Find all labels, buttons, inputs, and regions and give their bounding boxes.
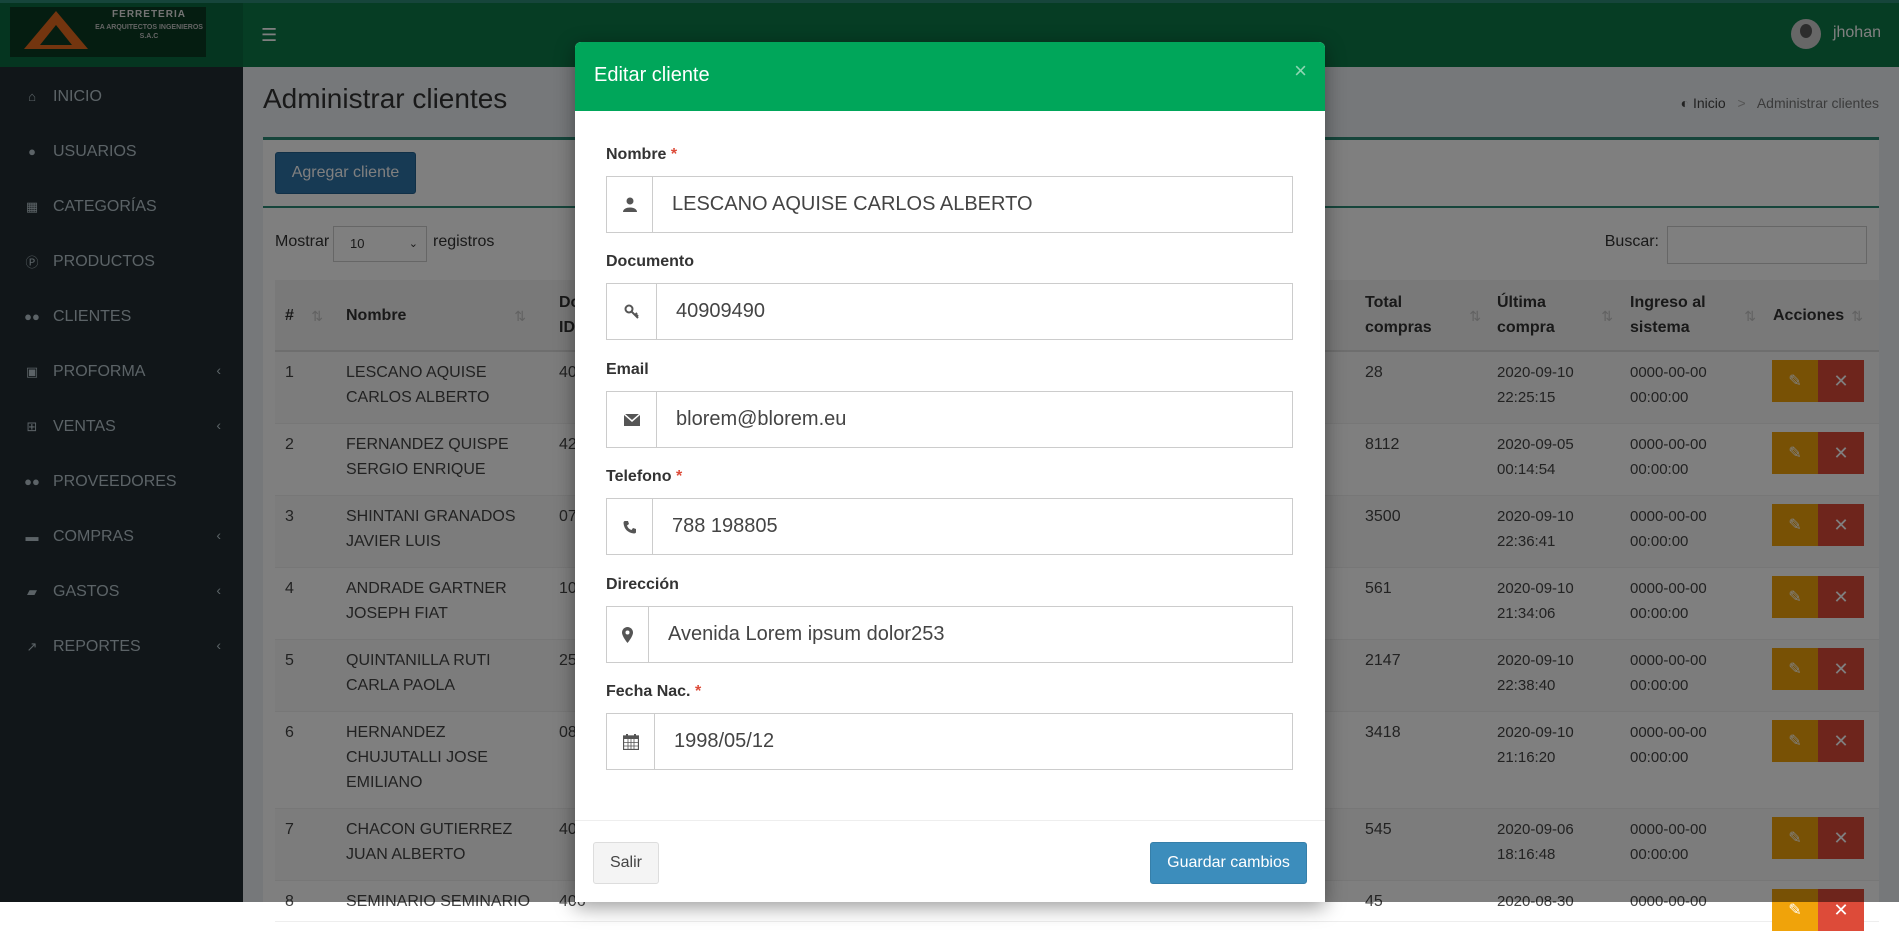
nombre-label: Nombre * — [606, 146, 678, 163]
edit-client-modal: Editar cliente × Nombre * LESCANO AQUISE… — [575, 42, 1325, 902]
fecha-input[interactable]: 1998/05/12 — [655, 714, 1292, 769]
modal-title: Editar cliente — [594, 64, 710, 86]
documento-field[interactable]: 40909490 — [606, 283, 1293, 340]
envelope-icon — [607, 392, 657, 447]
save-changes-button[interactable]: Guardar cambios — [1150, 842, 1307, 884]
modal-header: Editar cliente × — [575, 42, 1325, 111]
phone-icon — [607, 499, 653, 554]
telefono-label: Telefono * — [606, 468, 683, 485]
nombre-field[interactable]: LESCANO AQUISE CARLOS ALBERTO — [606, 176, 1293, 233]
fecha-field[interactable]: 1998/05/12 — [606, 713, 1293, 770]
calendar-icon — [607, 714, 655, 769]
documento-label: Documento — [606, 253, 694, 270]
exit-button[interactable]: Salir — [593, 842, 659, 884]
email-field[interactable]: blorem@blorem.eu — [606, 391, 1293, 448]
direccion-field[interactable]: Avenida Lorem ipsum dolor253 — [606, 606, 1293, 663]
map-marker-icon — [607, 607, 649, 662]
key-icon — [607, 284, 657, 339]
documento-input[interactable]: 40909490 — [657, 284, 1292, 339]
email-input[interactable]: blorem@blorem.eu — [657, 392, 1292, 447]
close-icon[interactable]: × — [1294, 58, 1307, 84]
email-label: Email — [606, 361, 649, 378]
telefono-input[interactable]: 788 198805 — [653, 499, 1292, 554]
telefono-field[interactable]: 788 198805 — [606, 498, 1293, 555]
modal-footer: Salir Guardar cambios — [575, 820, 1325, 902]
direccion-label: Dirección — [606, 576, 679, 593]
fecha-label: Fecha Nac. * — [606, 683, 702, 700]
nombre-input[interactable]: LESCANO AQUISE CARLOS ALBERTO — [653, 177, 1292, 232]
user-icon — [607, 177, 653, 232]
direccion-input[interactable]: Avenida Lorem ipsum dolor253 — [649, 607, 1292, 662]
